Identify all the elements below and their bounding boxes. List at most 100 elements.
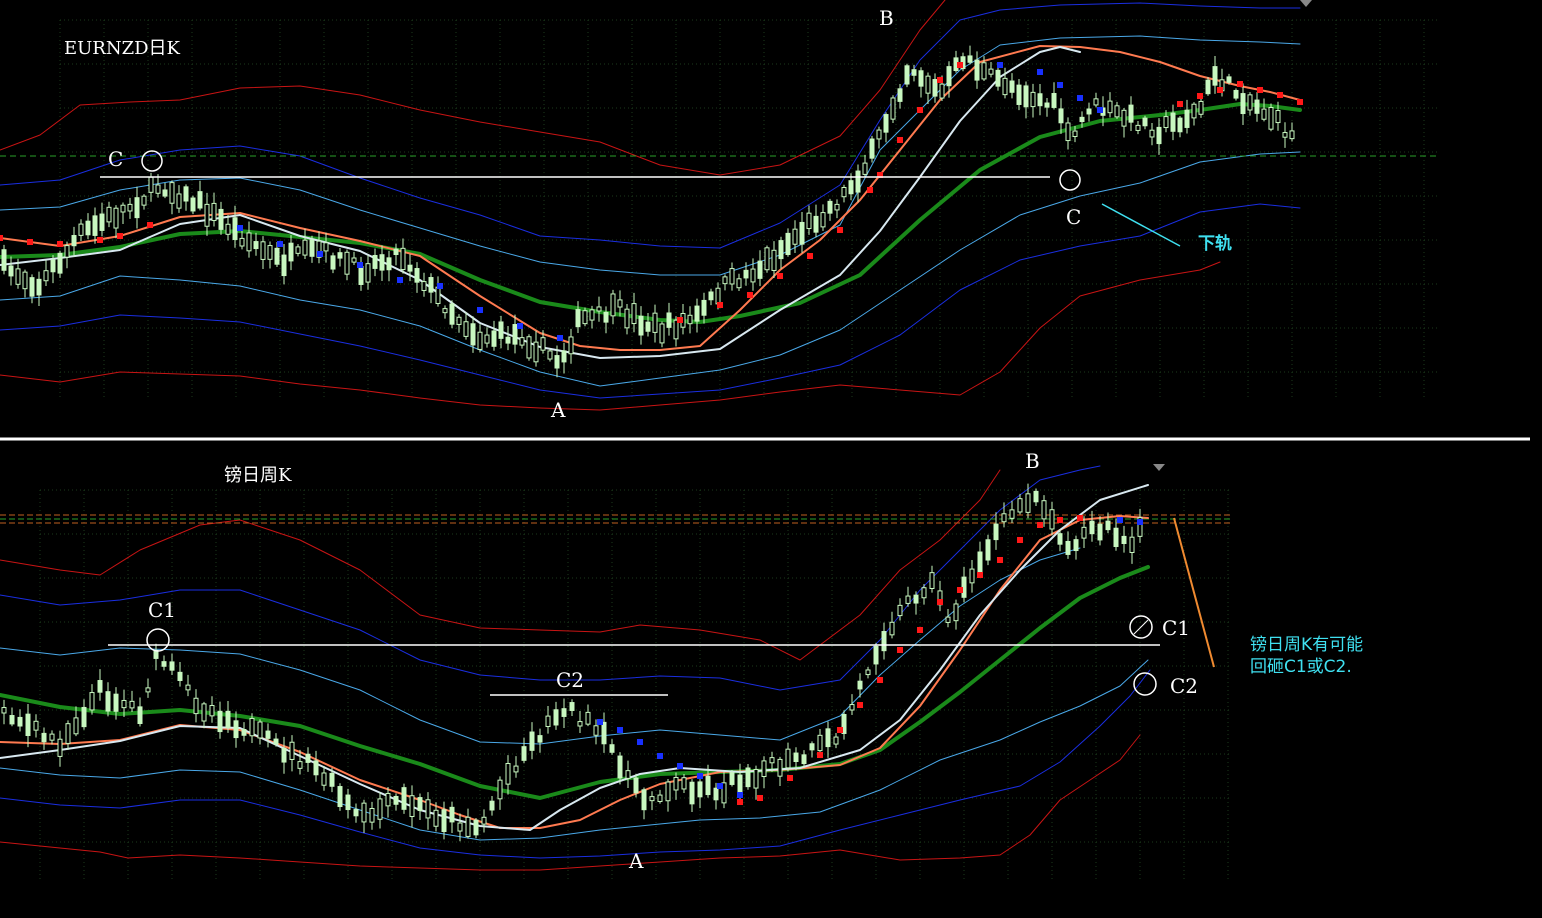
bottom-candle-body <box>465 816 471 837</box>
bottom-candle-body <box>513 765 519 773</box>
top-candle-body <box>652 312 658 333</box>
bottom-red-stop-marker <box>957 587 963 593</box>
top-candle-body <box>736 278 742 289</box>
lower-band-note: 下轨 <box>1198 234 1232 254</box>
bottom-candle-body <box>345 794 351 811</box>
top-candle-body <box>1072 130 1078 137</box>
bottom-blue-stop-marker <box>697 773 703 779</box>
top-candle-body <box>792 228 798 245</box>
bottom-candle-body <box>217 710 223 733</box>
top-red-stop-marker <box>0 235 3 241</box>
top-candle-body <box>22 271 28 290</box>
top-candle-body <box>372 254 378 269</box>
bottom-candle-body <box>537 735 543 743</box>
top-candle-body <box>197 191 203 209</box>
top-candle-body <box>435 286 441 304</box>
top-candle-body <box>246 232 252 252</box>
bottom-candle-body <box>1057 533 1063 545</box>
bottom-candle-body <box>129 700 135 709</box>
bottom-candle-body <box>889 621 895 636</box>
bottom-candle-body <box>297 761 303 769</box>
bottom-candle-body <box>1065 540 1071 555</box>
bottom-candle-body <box>393 795 399 805</box>
bottom-note-line-1: 镑日周K有可能 <box>1250 635 1364 655</box>
top-candle-body <box>365 263 371 283</box>
top-candle-body <box>645 321 651 332</box>
bottom-candle-body <box>433 809 439 827</box>
bottom-candle-body <box>105 691 111 712</box>
bottom-blue-stop-marker <box>617 727 623 733</box>
top-candle-body <box>897 88 903 102</box>
bottom-candle-body <box>1009 509 1015 519</box>
top-candle-body <box>484 334 490 344</box>
top-candle-body <box>561 350 567 363</box>
bottom-point-b-label: B <box>1025 449 1040 473</box>
top-blue-stop-marker <box>357 262 363 268</box>
bottom-red-stop-marker <box>897 647 903 653</box>
top-candle-body <box>925 75 931 94</box>
top-candle-body <box>57 252 63 274</box>
top-candle-body <box>449 303 455 325</box>
bottom-candle-body <box>489 800 495 811</box>
bottom-red-stop-marker <box>1017 537 1023 543</box>
top-candle-body <box>127 203 133 212</box>
top-candle-body <box>694 305 700 322</box>
bottom-candle-body <box>177 671 183 681</box>
top-candle-body <box>540 337 546 351</box>
bottom-red-stop-marker <box>757 795 763 801</box>
bottom-candle-body <box>681 777 687 790</box>
bottom-candle-body <box>113 693 119 712</box>
top-candle-body <box>1156 126 1162 145</box>
bottom-candle-body <box>641 789 647 811</box>
bottom-target-c1-label: C1 <box>1162 616 1191 640</box>
bottom-candle-body <box>585 711 591 725</box>
top-candle-body <box>379 254 385 271</box>
bottom-candle-body <box>169 661 175 671</box>
bottom-candle-body <box>849 704 855 711</box>
top-candle-body <box>302 239 308 256</box>
bottom-candle-body <box>817 734 823 752</box>
bottom-red-stop-marker <box>737 799 743 805</box>
top-candle-body <box>771 249 777 271</box>
top-red-stop-marker <box>1217 87 1223 93</box>
bottom-red-stop-marker <box>817 752 823 758</box>
top-candle-body <box>1184 109 1190 128</box>
top-red-stop-marker <box>1297 99 1303 105</box>
bottom-note-line-2: 回砸C1或C2. <box>1250 657 1352 677</box>
top-candle-body <box>491 330 497 347</box>
top-candle-body <box>1170 112 1176 132</box>
bottom-red-stop-marker <box>1077 515 1083 521</box>
bottom-red-stop-marker <box>857 702 863 708</box>
bottom-point-a-label: A <box>629 849 644 873</box>
top-candle-body <box>358 265 364 285</box>
bottom-candle-body <box>369 808 375 823</box>
top-red-stop-marker <box>807 253 813 259</box>
top-candle-body <box>113 207 119 229</box>
top-blue-stop-marker <box>517 323 523 329</box>
bottom-candle-body <box>353 809 359 817</box>
bottom-candle-body <box>57 738 63 757</box>
bottom-candle-body <box>953 603 959 622</box>
bottom-candle-body <box>337 786 343 808</box>
top-candle-body <box>722 276 728 285</box>
top-candle-body <box>918 70 924 87</box>
top-candle-body <box>785 232 791 256</box>
bottom-blue-stop-marker <box>737 792 743 798</box>
top-candle-body <box>1191 103 1197 119</box>
bottom-candle-body <box>729 772 735 785</box>
top-candle-body <box>624 308 630 329</box>
bottom-candle-body <box>633 777 639 794</box>
bottom-candle-body <box>1073 539 1079 552</box>
top-candle-body <box>477 331 483 350</box>
bottom-candle-body <box>17 716 23 727</box>
top-candle-body <box>92 215 98 236</box>
bottom-candle-body <box>185 684 191 691</box>
bottom-candle-body <box>249 717 255 737</box>
bottom-candle-body <box>905 595 911 604</box>
bottom-candle-body <box>273 738 279 745</box>
bottom-candle-body <box>1001 513 1007 523</box>
bottom-candle-body <box>225 710 231 729</box>
bottom-candle-body <box>33 720 39 731</box>
bottom-candle-body <box>1049 509 1055 530</box>
top-candle-body <box>253 241 259 250</box>
